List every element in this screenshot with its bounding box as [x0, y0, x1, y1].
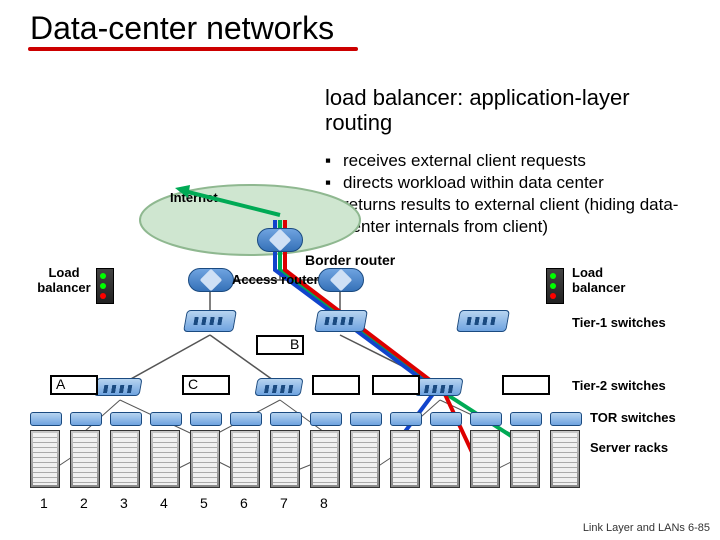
tier1-switch-3-icon [456, 310, 510, 332]
tor-14-icon [550, 412, 582, 426]
tier1-switch-1-icon [183, 310, 237, 332]
tier2-switch-3-icon [414, 378, 463, 396]
tor-2-icon [70, 412, 102, 426]
switch-letter-c: C [188, 376, 198, 392]
tor-label: TOR switches [590, 410, 676, 425]
rack-4-icon [150, 430, 180, 488]
server-racks-label: Server racks [590, 440, 668, 455]
tor-1-icon [30, 412, 62, 426]
title-underline [28, 47, 358, 51]
network-diagram: Internet [0, 160, 720, 540]
tor-8-icon [310, 412, 342, 426]
tor-9-icon [350, 412, 382, 426]
tor-5-icon [190, 412, 222, 426]
rack-14-icon [550, 430, 580, 488]
access-router-label: Access router [232, 272, 319, 287]
rack-11-icon [430, 430, 460, 488]
rack-1-icon [30, 430, 60, 488]
rack-9-icon [350, 430, 380, 488]
tor-10-icon [390, 412, 422, 426]
slide-title: Data-center networks [0, 0, 720, 47]
tor-3-icon [110, 412, 142, 426]
rack-num-8: 8 [320, 495, 328, 511]
rack-7-icon [270, 430, 300, 488]
tier2-switch-2-icon [254, 378, 303, 396]
tier1-label: Tier-1 switches [572, 315, 666, 330]
switch-letter-b: B [290, 336, 299, 352]
tor-4-icon [150, 412, 182, 426]
rack-13-icon [510, 430, 540, 488]
rack-5-icon [190, 430, 220, 488]
tor-6-icon [230, 412, 262, 426]
tier2-label: Tier-2 switches [572, 378, 666, 393]
switch-letter-a: A [56, 376, 65, 392]
access-router-left-icon [188, 268, 234, 292]
load-balancer-right-label: Load balancer [572, 265, 642, 295]
rack-num-2: 2 [80, 495, 88, 511]
rack-num-1: 1 [40, 495, 48, 511]
rack-8-icon [310, 430, 340, 488]
tor-13-icon [510, 412, 542, 426]
switch-box-d [312, 375, 360, 395]
tor-7-icon [270, 412, 302, 426]
rack-12-icon [470, 430, 500, 488]
access-router-right-icon [318, 268, 364, 292]
rack-6-icon [230, 430, 260, 488]
rack-10-icon [390, 430, 420, 488]
rack-num-7: 7 [280, 495, 288, 511]
subtitle: load balancer: application-layer routing [325, 85, 695, 136]
rack-num-6: 6 [240, 495, 248, 511]
tor-12-icon [470, 412, 502, 426]
load-balancer-left-label: Load balancer [34, 265, 94, 295]
load-balancer-right-icon [546, 268, 564, 304]
border-router-icon [257, 228, 303, 252]
rack-3-icon [110, 430, 140, 488]
rack-num-4: 4 [160, 495, 168, 511]
tor-11-icon [430, 412, 462, 426]
slide-footer: Link Layer and LANs 6-85 [583, 522, 710, 534]
tier2-switch-1-icon [93, 378, 142, 396]
rack-2-icon [70, 430, 100, 488]
tier1-switch-2-icon [314, 310, 368, 332]
switch-box-e [372, 375, 420, 395]
rack-num-3: 3 [120, 495, 128, 511]
load-balancer-left-icon [96, 268, 114, 304]
border-router-label: Border router [305, 252, 395, 268]
internet-label: Internet [170, 190, 218, 205]
rack-num-5: 5 [200, 495, 208, 511]
switch-box-f [502, 375, 550, 395]
